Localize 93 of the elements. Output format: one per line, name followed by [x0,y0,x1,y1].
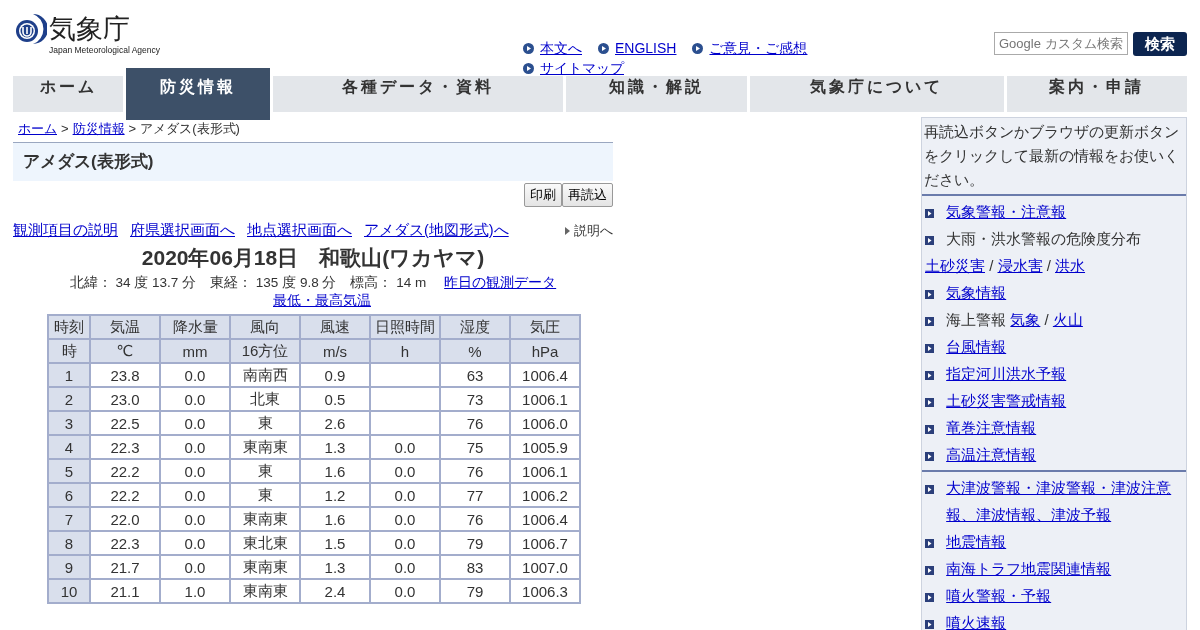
sub-link[interactable]: 府県選択画面へ [130,221,235,240]
nav-tab[interactable]: 防災情報 [126,68,271,120]
sidebar-text: / [989,257,994,274]
breadcrumb-separator: > [128,121,137,138]
arrow-bullet-icon [925,451,934,461]
header-link[interactable]: ENGLISH [615,38,677,58]
column-header: 気圧 [510,315,580,339]
nav-tab[interactable]: ホーム [13,76,124,112]
hour-cell: 5 [48,459,90,483]
station-heading: 2020年06月18日 和歌山(ワカヤマ) [140,245,486,271]
sidebar-link[interactable]: 指定河川洪水予報 [946,360,1067,387]
hour-cell: 4 [48,435,90,459]
sidebar-link[interactable]: 地震情報 [946,528,1007,555]
hour-cell: 2 [48,387,90,411]
help-link[interactable]: 説明へ [574,221,613,240]
page-title: アメダス(表形式) [13,142,613,181]
column-header: 湿度 [440,315,510,339]
breadcrumb-current: アメダス(表形式) [140,121,240,138]
play-bullet-icon [598,42,609,54]
arrow-bullet-icon [925,370,934,380]
search-button[interactable]: 検索 [1133,32,1187,56]
sidebar-link[interactable]: 火山 [1052,306,1083,333]
sidebar-link[interactable]: 台風情報 [946,333,1007,360]
arrow-bullet-icon [925,592,934,602]
column-header: 風向 [230,315,300,339]
search-field[interactable]: Google カスタム検索 [994,32,1128,55]
arrow-bullet-icon [925,484,934,494]
play-bullet-icon [523,62,534,74]
nav-tab[interactable]: 知識・解説 [565,76,748,112]
unit-header: 時 [48,339,90,363]
sidebar-link[interactable]: 気象情報 [946,279,1007,306]
arrow-bullet-icon [925,397,934,407]
sidebar-text: 大雨・洪水警報の危険度分布 [946,230,1142,247]
sidebar-link[interactable]: 土砂災害警戒情報 [946,387,1067,414]
arrow-bullet-icon [925,289,934,299]
hour-cell: 7 [48,507,90,531]
column-header: 風速 [300,315,370,339]
header-link[interactable]: ご意見・ご感想 [709,38,808,58]
sidebar-text: / [1044,311,1049,328]
sub-link[interactable]: 観測項目の説明 [13,221,118,240]
sidebar-link[interactable]: 気象 [1010,306,1041,333]
hour-cell: 3 [48,411,90,435]
sidebar-link[interactable]: 土砂災害 [925,252,985,279]
nav-tab[interactable]: 各種データ・資料 [273,76,563,112]
notice-text: 再読込ボタンかブラウザの更新ボタンをクリックして最新の情報をお使いください。 [922,118,1186,196]
arrow-bullet-icon [925,235,934,245]
breadcrumb-link[interactable]: 防災情報 [72,121,125,142]
column-header: 日照時間 [370,315,440,339]
sub-link[interactable]: 地点選択画面へ [247,221,352,240]
sidebar-text: 海上警報 [946,311,1007,328]
sidebar-link[interactable]: 高温注意情報 [946,441,1037,468]
header-link[interactable]: 本文へ [540,38,582,58]
arrow-bullet-icon [925,316,934,326]
breadcrumb-link[interactable]: ホーム [18,121,57,142]
column-header: 降水量 [160,315,230,339]
sidebar-link[interactable]: 噴火警報・予報 [946,582,1052,609]
sidebar-link[interactable]: 竜巻注意情報 [946,414,1037,441]
hour-cell: 8 [48,531,90,555]
sub-link[interactable]: アメダス(地図形式)へ [364,221,509,240]
play-bullet-icon [692,42,704,54]
logo-subtitle: Japan Meteorological Agency [49,45,161,55]
nav-tab[interactable]: 気象庁について [750,76,1004,112]
location-link[interactable]: 昨日の観測データ [444,275,557,290]
sidebar-link[interactable]: 大津波警報・津波警報・津波注意報、津波情報、津波予報 [946,474,1182,528]
arrow-bullet-icon [925,565,934,575]
sidebar-link[interactable]: 噴火速報 [946,609,1007,630]
nav-tab[interactable]: 案内・申請 [1006,76,1187,112]
sidebar-link[interactable]: 気象警報・注意報 [946,198,1067,225]
column-header: 気温 [90,315,160,339]
breadcrumb-separator: > [61,121,69,138]
hour-cell: 10 [48,579,90,603]
page-button[interactable]: 印刷 [524,183,562,207]
sidebar-link[interactable]: 浸水害 [997,252,1043,279]
location-link[interactable]: 最低・最高気温 [273,293,371,308]
play-bullet-icon [523,42,534,54]
arrow-bullet-icon [925,619,934,629]
sidebar-link[interactable]: 洪水 [1055,252,1086,279]
arrow-bullet-icon [925,343,934,353]
location-text: 北緯： 34 度 13.7 分 東経： 135 度 9.8 分 標高： 14 m [69,275,427,290]
column-header: 時刻 [48,315,90,339]
logo-title: 気象庁 [49,13,131,45]
hour-cell: 9 [48,555,90,579]
arrow-bullet-icon [925,538,934,548]
hour-cell: 1 [48,363,90,387]
page-button[interactable]: 再読込 [562,183,613,207]
arrow-bullet-icon [925,424,934,434]
sidebar-link[interactable]: 南海トラフ地震関連情報 [946,555,1112,582]
chevron-icon [565,226,570,235]
arrow-bullet-icon [925,208,934,218]
logo-icon [13,13,47,45]
hour-cell: 6 [48,483,90,507]
sidebar-text: / [1046,257,1051,274]
header-link[interactable]: サイトマップ [540,58,624,78]
